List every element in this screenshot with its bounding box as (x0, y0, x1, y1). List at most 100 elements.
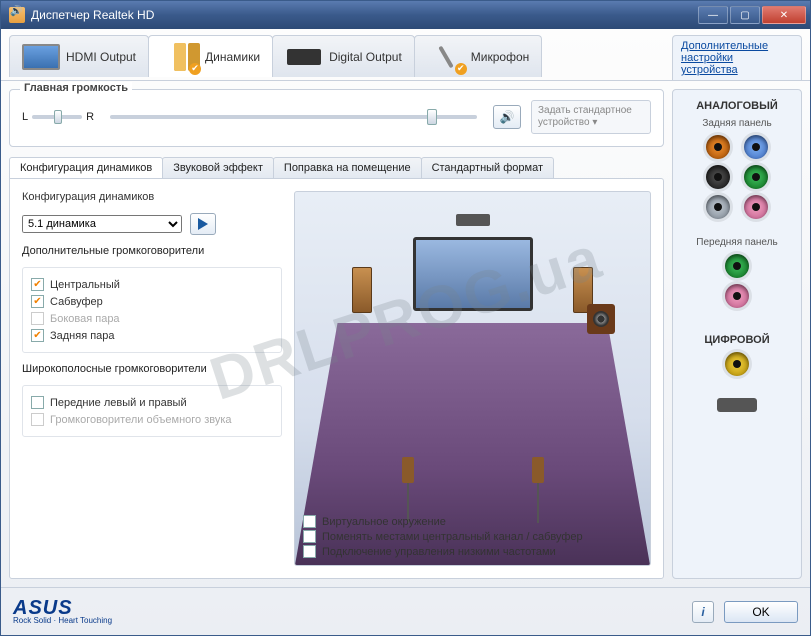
tab-hdmi-output[interactable]: HDMI Output (9, 35, 149, 77)
room-visualization: Виртуальное окружение Поменять местами ц… (294, 191, 651, 566)
mute-button[interactable]: 🔊 (493, 105, 521, 129)
balance-track (32, 115, 82, 119)
jack-digital-coax[interactable] (725, 352, 749, 376)
test-play-button[interactable] (190, 213, 216, 235)
checkbox-bass-management[interactable]: Подключение управления низкими частотами (303, 544, 642, 559)
rear-left-speaker-icon[interactable] (402, 457, 414, 483)
checkbox-icon (31, 295, 44, 308)
window-buttons: — ▢ ✕ (698, 6, 806, 24)
window-title: Диспетчер Realtek HD (31, 8, 698, 22)
tab-label: Digital Output (329, 50, 402, 64)
device-tabs: HDMI Output Динамики Digital Output Микр… (1, 29, 810, 81)
speaker-config-label: Конфигурация динамиков (22, 191, 282, 203)
maximize-button[interactable]: ▢ (730, 6, 760, 24)
room-option-checks: Виртуальное окружение Поменять местами ц… (303, 514, 642, 559)
tab-label: Микрофон (471, 50, 529, 64)
monitor-icon (22, 41, 60, 73)
jack-rear-orange[interactable] (706, 135, 730, 159)
tab-digital-output[interactable]: Digital Output (272, 35, 415, 77)
checkbox-icon (31, 278, 44, 291)
subtab-area: Конфигурация динамиков Звуковой эффект П… (9, 157, 664, 579)
volume-row: L R 🔊 Задать стандартное устройство ▾ (22, 100, 651, 134)
titlebar: Диспетчер Realtek HD — ▢ ✕ (1, 1, 810, 29)
sound-icon: 🔊 (500, 110, 515, 124)
jack-rear-pink[interactable] (744, 195, 768, 219)
microphone-icon (427, 41, 465, 73)
jack-rear-blue[interactable] (744, 135, 768, 159)
app-icon (9, 7, 25, 23)
main-row: Главная громкость L R 🔊 Задать стандарт (1, 81, 810, 587)
subtab-speaker-config[interactable]: Конфигурация динамиков (9, 157, 163, 178)
checkbox-subwoofer[interactable]: Сабвуфер (31, 293, 273, 310)
checkbox-rear-pair[interactable]: Задняя пара (31, 327, 273, 344)
balance-slider[interactable]: L R (22, 111, 94, 123)
jack-rear-black[interactable] (706, 165, 730, 189)
balance-thumb[interactable] (54, 110, 62, 124)
jack-front-pink[interactable] (725, 284, 749, 308)
checkbox-icon (303, 515, 316, 528)
brand-logo: ASUS Rock Solid · Heart Touching (13, 599, 112, 624)
checkbox-icon (31, 312, 44, 325)
jack-rear-green[interactable] (744, 165, 768, 189)
jack-front-green[interactable] (725, 254, 749, 278)
checkbox-icon (303, 530, 316, 543)
main-volume-group: Главная громкость L R 🔊 Задать стандарт (9, 89, 664, 147)
front-panel-header: Передняя панель (696, 237, 777, 248)
ok-button[interactable]: OK (724, 601, 798, 623)
optional-speakers-group: Центральный Сабвуфер Боковая пара Задняя… (22, 267, 282, 353)
set-default-device-dropdown[interactable]: Задать стандартное устройство ▾ (531, 100, 651, 134)
speaker-config-select[interactable]: 5.1 динамика (22, 215, 182, 233)
checkbox-icon (31, 329, 44, 342)
front-left-speaker-icon[interactable] (352, 267, 372, 313)
checkbox-center[interactable]: Центральный (31, 276, 273, 293)
subtab-sound-effect[interactable]: Звуковой эффект (162, 157, 274, 178)
tv-icon (413, 237, 533, 311)
analog-header: АНАЛОГОВЫЙ (696, 100, 778, 112)
fullrange-speakers-label: Широкополосные громкоговорители (22, 363, 282, 375)
subtab-content: Конфигурация динамиков 5.1 динамика Допо… (9, 178, 664, 579)
checkbox-virtual-surround[interactable]: Виртуальное окружение (303, 514, 642, 529)
config-left-panel: Конфигурация динамиков 5.1 динамика Допо… (22, 191, 282, 566)
client-area: HDMI Output Динамики Digital Output Микр… (1, 29, 810, 635)
realtek-window: Диспетчер Realtek HD — ▢ ✕ HDMI Output Д… (0, 0, 811, 636)
rear-right-speaker-icon[interactable] (532, 457, 544, 483)
speakers-icon (161, 41, 199, 73)
brand-tagline: Rock Solid · Heart Touching (13, 617, 112, 624)
checkbox-icon (31, 413, 44, 426)
main-volume-legend: Главная громкость (20, 82, 132, 94)
receiver-icon (285, 41, 323, 73)
tab-speakers[interactable]: Динамики (148, 35, 273, 77)
volume-slider[interactable] (110, 115, 477, 119)
checkbox-front-lr[interactable]: Передние левый и правый (31, 394, 273, 411)
close-button[interactable]: ✕ (762, 6, 806, 24)
volume-thumb[interactable] (427, 109, 437, 125)
digital-header: ЦИФРОВОЙ (704, 334, 769, 346)
checkbox-swap-center-sub[interactable]: Поменять местами центральный канал / саб… (303, 529, 642, 544)
balance-left-label: L (22, 111, 28, 123)
device-advanced-link-panel: Дополнительные настройки устройства (672, 35, 802, 80)
device-advanced-link[interactable]: Дополнительные настройки устройства (681, 40, 768, 76)
tab-label: Динамики (205, 50, 260, 64)
balance-right-label: R (86, 111, 94, 123)
optional-speakers-label: Дополнительные громкоговорители (22, 245, 282, 257)
subtab-default-format[interactable]: Стандартный формат (421, 157, 554, 178)
chevron-down-icon: ▾ (592, 117, 597, 128)
minimize-button[interactable]: — (698, 6, 728, 24)
checkbox-surround: Громкоговорители объемного звука (31, 411, 273, 428)
info-button[interactable]: i (692, 601, 714, 623)
jack-rear-grey[interactable] (706, 195, 730, 219)
tab-label: HDMI Output (66, 50, 136, 64)
center-speaker-icon[interactable] (456, 214, 490, 226)
checkbox-icon (31, 396, 44, 409)
left-column: Главная громкость L R 🔊 Задать стандарт (9, 89, 664, 579)
tab-microphone[interactable]: Микрофон (414, 35, 542, 77)
spdif-connector-icon[interactable] (717, 398, 757, 412)
subtabs: Конфигурация динамиков Звуковой эффект П… (9, 157, 664, 178)
checkbox-icon (303, 545, 316, 558)
footer: ASUS Rock Solid · Heart Touching i OK (1, 587, 810, 635)
connector-panel: АНАЛОГОВЫЙ Задняя панель Передняя панель (672, 89, 802, 579)
subwoofer-icon[interactable] (587, 304, 615, 334)
rear-panel-header: Задняя панель (702, 118, 771, 129)
fullrange-speakers-group: Передние левый и правый Громкоговорители… (22, 385, 282, 437)
subtab-room-correction[interactable]: Поправка на помещение (273, 157, 422, 178)
